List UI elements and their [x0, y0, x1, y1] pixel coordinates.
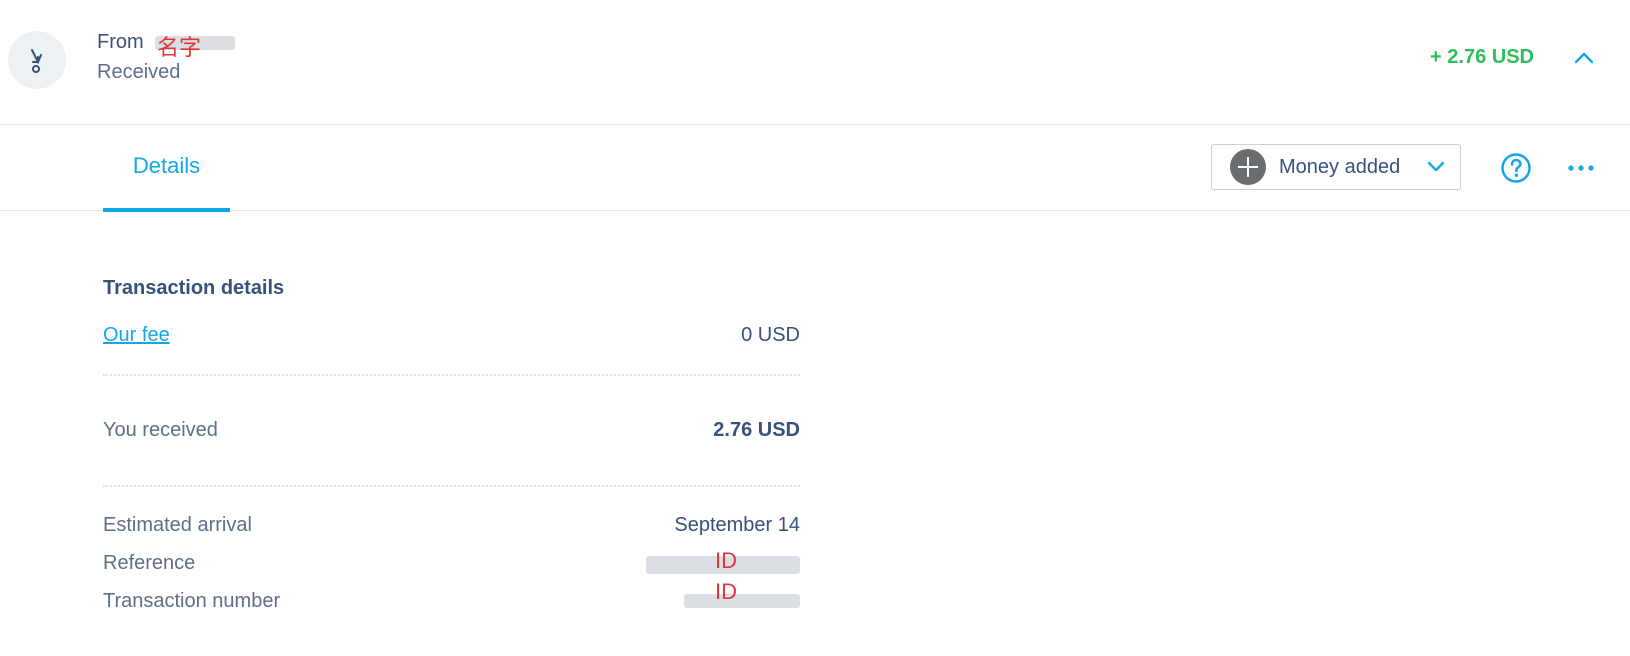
- reference-label: Reference: [103, 552, 196, 574]
- category-dropdown[interactable]: Money added: [1211, 144, 1461, 190]
- transaction-status: Received: [97, 61, 181, 83]
- from-prefix: From: [97, 31, 144, 53]
- tab-bar: Details Money added: [0, 124, 1630, 212]
- received-arrow-icon: [8, 31, 66, 89]
- transaction-details-title: Transaction details: [103, 277, 285, 299]
- received-label: You received: [103, 419, 218, 441]
- received-row: You received 2.76 USD: [103, 419, 800, 442]
- transaction-header[interactable]: From 名字 Received + 2.76 USD: [0, 0, 1630, 125]
- arrival-value: September 14: [674, 514, 800, 536]
- received-value: 2.76 USD: [713, 419, 800, 441]
- transaction-number-blur: [684, 594, 800, 608]
- arrival-row: Estimated arrival September 14: [103, 514, 800, 537]
- help-icon[interactable]: [1500, 152, 1532, 184]
- divider-1: [103, 374, 800, 376]
- transaction-number-row: Transaction number ID: [103, 579, 800, 613]
- our-fee-link[interactable]: Our fee: [103, 324, 170, 347]
- category-label: Money added: [1279, 155, 1401, 178]
- chevron-down-icon: [1427, 161, 1445, 172]
- transaction-amount: + 2.76 USD: [1430, 46, 1534, 68]
- collapse-chevron-up-icon[interactable]: [1568, 44, 1600, 72]
- tab-details[interactable]: Details: [103, 124, 230, 212]
- plus-circle-icon: [1230, 149, 1266, 185]
- sender-annotation: 名字: [157, 35, 202, 60]
- reference-row: Reference ID: [103, 548, 800, 575]
- transaction-number-annotation: ID: [715, 579, 737, 604]
- transaction-number-redacted: ID: [640, 579, 800, 612]
- reference-annotation: ID: [715, 548, 737, 573]
- fee-value: 0 USD: [741, 324, 800, 346]
- arrival-label: Estimated arrival: [103, 514, 252, 536]
- more-options-icon[interactable]: [1566, 158, 1596, 178]
- transaction-number-label: Transaction number: [103, 590, 281, 612]
- reference-value-redacted: ID: [640, 548, 800, 574]
- divider-2: [103, 485, 800, 487]
- fee-row: Our fee 0 USD: [103, 324, 800, 347]
